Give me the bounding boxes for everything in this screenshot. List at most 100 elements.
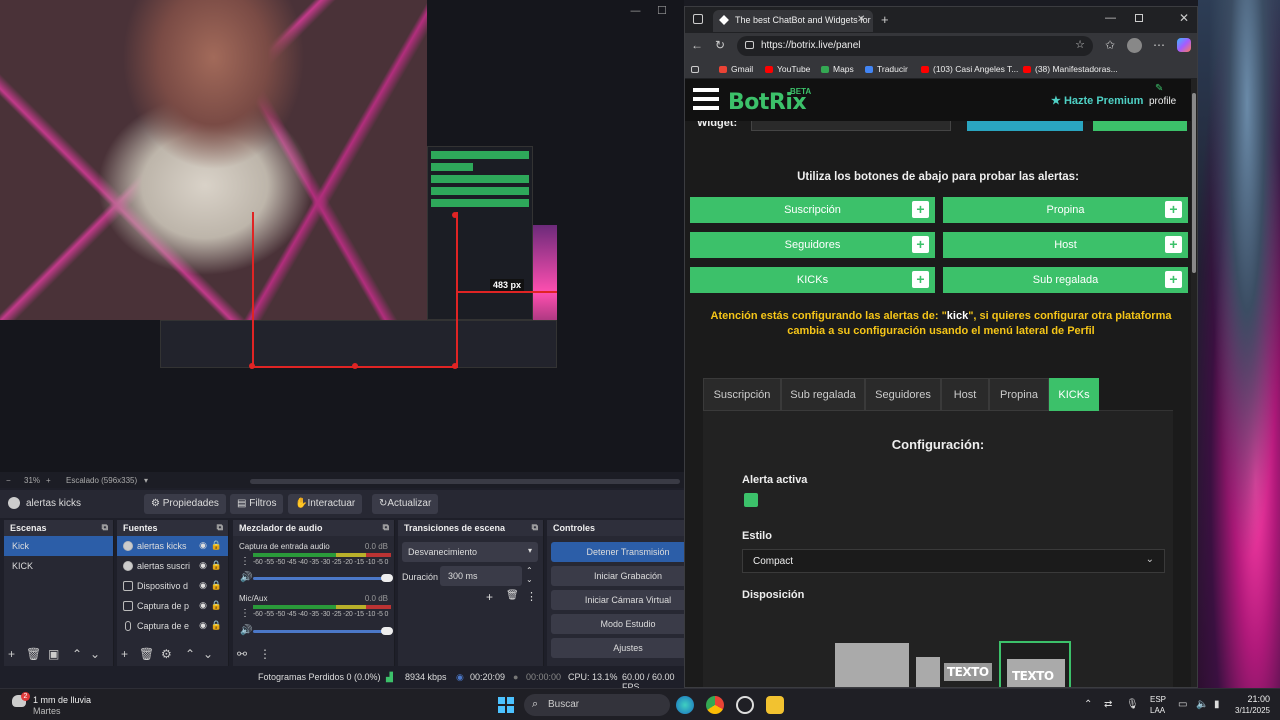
add-icon[interactable]: + — [8, 647, 15, 661]
layout-option-image-left[interactable]: TEXTO — [916, 643, 992, 687]
browser-tab[interactable]: The best ChatBot and Widgets for — [713, 10, 873, 32]
chevron-up-icon[interactable]: ⌃ — [72, 647, 82, 661]
dock-menu-icon[interactable]: ⧉ — [532, 522, 538, 533]
add-icon[interactable]: + — [486, 590, 493, 604]
eye-icon[interactable]: ◉ — [199, 580, 207, 591]
chevron-down-icon[interactable]: ⌄ — [203, 647, 213, 661]
lock-icon[interactable]: 🔒 — [211, 560, 222, 571]
chevron-up-icon[interactable]: ⌃ — [185, 647, 195, 661]
speaker-icon[interactable]: 🔊 — [240, 625, 252, 636]
zoom-out-icon[interactable]: − — [6, 476, 11, 485]
bookmark-maps[interactable]: Maps — [821, 64, 854, 74]
resize-handle[interactable] — [452, 212, 458, 218]
layout-option-compact[interactable]: TEXTO — [999, 641, 1071, 687]
file-explorer-icon[interactable] — [766, 696, 784, 714]
volume-slider[interactable] — [253, 574, 393, 582]
interact-button[interactable]: ✋Interactuar — [288, 494, 363, 514]
tab-tip[interactable]: Propina — [989, 378, 1049, 411]
resize-handle[interactable] — [452, 363, 458, 369]
scene-item[interactable]: Kick — [4, 536, 113, 556]
back-icon[interactable]: ← — [691, 38, 703, 52]
close-icon[interactable]: ✕ — [1179, 11, 1189, 25]
obs-preview-canvas[interactable]: — ☐ 483 px — [0, 0, 684, 472]
more-icon[interactable]: ⋮ — [240, 608, 250, 619]
webcam-source[interactable] — [0, 0, 427, 320]
bookmark-youtube[interactable]: YouTube — [765, 64, 810, 74]
test-kicks-button[interactable]: KICKs + — [690, 267, 935, 293]
resize-handle[interactable] — [352, 363, 358, 369]
favorites-icon[interactable]: ✩ — [1105, 38, 1115, 52]
source-item[interactable]: Captura de p ◉ 🔒 — [117, 596, 228, 616]
sync-icon[interactable]: ⇄ — [1104, 699, 1112, 710]
premium-link[interactable]: ★ Hazte Premium — [1051, 94, 1143, 107]
chevron-up-icon[interactable]: ⌃ — [1084, 699, 1092, 710]
avatar[interactable] — [1127, 38, 1142, 53]
bookmark-casi-angeles[interactable]: (103) Casi Angeles T... — [921, 64, 1018, 74]
clock-time[interactable]: 21:00 — [1247, 694, 1270, 704]
minimize-icon[interactable]: — — [1105, 12, 1116, 24]
lock-icon[interactable]: 🔒 — [211, 540, 222, 551]
settings-button[interactable]: Ajustes — [551, 638, 705, 658]
lock-icon[interactable]: 🔒 — [211, 600, 222, 611]
maximize-icon[interactable] — [1135, 14, 1143, 22]
tab-subscription[interactable]: Suscripción — [703, 378, 781, 411]
duration-input[interactable]: 300 ms — [440, 566, 522, 586]
chrome-icon[interactable] — [706, 696, 724, 714]
maximize-icon[interactable]: ☐ — [657, 4, 667, 17]
star-icon[interactable]: ☆ — [1075, 38, 1085, 51]
dock-menu-icon[interactable]: ⧉ — [217, 522, 223, 533]
profile-icon[interactable]: ✎ — [1155, 83, 1163, 94]
clock-date[interactable]: 3/11/2025 — [1235, 706, 1270, 715]
chevron-down-icon[interactable]: ▾ — [144, 476, 148, 485]
trash-icon[interactable]: 🗑 — [506, 590, 519, 601]
bookmark-traducir[interactable]: Traducir — [865, 64, 908, 74]
test-tip-button[interactable]: Propina + — [943, 197, 1188, 223]
eye-icon[interactable]: ◉ — [199, 560, 207, 571]
stepper-icon[interactable]: ⌃ ⌄ — [526, 566, 533, 584]
scale-mode[interactable]: Escalado (596x335) — [66, 476, 137, 485]
trash-icon[interactable]: 🗑 — [139, 647, 154, 661]
address-bar[interactable]: https://botrix.live/panel ☆ — [737, 36, 1093, 56]
close-tab-icon[interactable]: ✕ — [857, 14, 865, 25]
eye-icon[interactable]: ◉ — [199, 600, 207, 611]
resize-handle[interactable] — [249, 363, 255, 369]
more-icon[interactable]: ⋯ — [1153, 38, 1165, 52]
tab-gifted-sub[interactable]: Sub regalada — [781, 378, 865, 411]
source-item[interactable]: alertas kicks ◉ 🔒 — [117, 536, 228, 556]
source-item[interactable]: alertas suscri ◉ 🔒 — [117, 556, 228, 576]
edge-icon[interactable] — [676, 696, 694, 714]
chevron-down-icon[interactable]: ⌄ — [90, 647, 100, 661]
obs-icon[interactable] — [736, 696, 754, 714]
tab-followers[interactable]: Seguidores — [865, 378, 941, 411]
tab-actions-icon[interactable] — [693, 14, 703, 24]
reader-icon[interactable] — [691, 64, 703, 74]
trash-icon[interactable]: 🗑 — [26, 647, 41, 661]
language[interactable]: ESP — [1150, 695, 1166, 704]
source-item[interactable]: Dispositivo d ◉ 🔒 — [117, 576, 228, 596]
test-followers-button[interactable]: Seguidores + — [690, 232, 935, 258]
transition-select[interactable]: Desvanecimiento ▾ — [402, 542, 538, 562]
lock-icon[interactable]: 🔒 — [211, 620, 222, 631]
speaker-icon[interactable]: 🔊 — [240, 572, 252, 583]
preview-horizontal-scrollbar[interactable] — [250, 479, 680, 484]
tab-host[interactable]: Host — [941, 378, 989, 411]
lock-icon[interactable] — [745, 41, 754, 49]
virtual-camera-button[interactable]: Iniciar Cámara Virtual — [551, 590, 705, 610]
style-select[interactable]: Compact ⌄ — [742, 549, 1165, 573]
filters-button[interactable]: ▤ Filtros — [230, 494, 284, 514]
battery-icon[interactable]: ▮ — [1214, 699, 1220, 710]
lock-icon[interactable]: 🔒 — [211, 580, 222, 591]
eye-icon[interactable]: ◉ — [199, 620, 207, 631]
test-subscription-button[interactable]: Suscripción + — [690, 197, 935, 223]
eye-icon[interactable]: ◉ — [199, 540, 207, 551]
properties-button[interactable]: ⚙ Propiedades — [144, 494, 226, 514]
dock-menu-icon[interactable]: ⧉ — [383, 522, 389, 533]
zoom-level[interactable]: 31% — [24, 476, 40, 485]
layout-option-image-top[interactable] — [835, 643, 909, 687]
link-icon[interactable]: ⚯ — [237, 647, 247, 661]
source-item[interactable]: Captura de e ◉ 🔒 — [117, 616, 228, 636]
more-icon[interactable]: ⋮ — [259, 647, 271, 661]
stop-stream-button[interactable]: Detener Transmisión — [551, 542, 705, 562]
test-host-button[interactable]: Host + — [943, 232, 1188, 258]
filter-icon[interactable]: ▣ — [48, 647, 59, 661]
